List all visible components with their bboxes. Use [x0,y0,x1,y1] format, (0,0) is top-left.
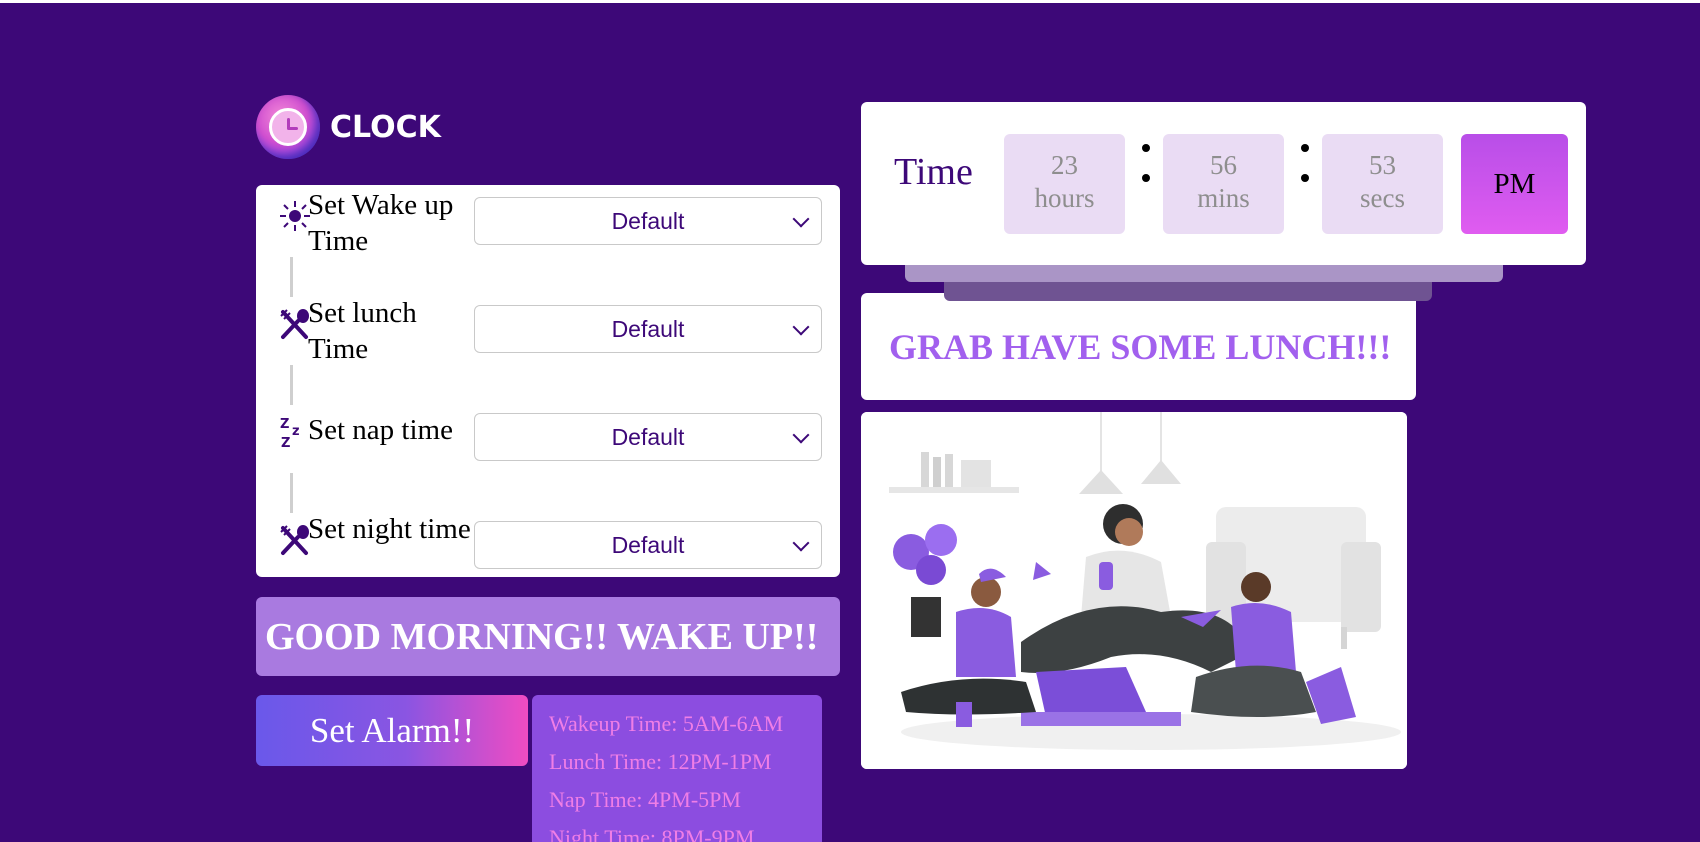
timeline-connector [290,257,293,297]
seconds-box: 53 secs [1322,134,1443,234]
svg-text:Z: Z [281,436,290,449]
nap-setting-row: Z z Z Set nap time Default [278,403,823,463]
night-setting-row: Set night time Default [278,511,823,571]
timeline-connector [290,473,293,513]
nap-select[interactable]: Default [474,413,822,461]
lunch-illustration [861,412,1407,769]
minutes-box: 56 mins [1163,134,1284,234]
fork-spoon-icon [280,309,309,339]
sleep-zzz-icon: Z z Z [280,417,300,449]
meal-message-banner: GRAB HAVE SOME LUNCH!!! [861,293,1416,400]
alarm-settings-panel: Set Wake up Time Default Set lunch Time … [256,185,840,577]
seconds-unit: secs [1360,183,1405,213]
set-alarm-button[interactable]: Set Alarm!! [256,695,528,766]
chevron-down-icon [792,426,810,444]
svg-text:z: z [292,424,300,439]
greeting-banner: GOOD MORNING!! WAKE UP!! [256,597,840,676]
chevron-down-icon [792,534,810,552]
sun-icon [280,201,310,231]
svg-text:Z: Z [280,417,289,432]
minutes-value: 56 [1210,150,1237,180]
hours-value: 23 [1051,150,1078,180]
wake-up-select-value: Default [611,207,685,234]
nap-time-info: Nap Time: 4PM-5PM [549,787,741,812]
fork-spoon-icon [280,525,309,555]
hours-unit: hours [1034,183,1095,213]
am-pm-indicator: PM [1461,134,1568,234]
lunch-select[interactable]: Default [474,305,822,353]
people-eating-lunch-illustration [861,412,1407,769]
lunch-select-value: Default [611,315,685,342]
minutes-unit: mins [1197,183,1250,213]
wake-up-label: Set Wake up Time [308,189,454,257]
app-logo: CLOCK [256,95,441,159]
lunch-time-info: Lunch Time: 12PM-1PM [549,749,772,774]
lunch-setting-row: Set lunch Time Default [278,295,823,365]
wakeup-time-info: Wakeup Time: 5AM-6AM [549,711,784,736]
schedule-info-panel: Wakeup Time: 5AM-6AM Lunch Time: 12PM-1P… [532,695,822,842]
seconds-value: 53 [1369,150,1396,180]
hours-box: 23 hours [1004,134,1125,234]
time-separator [1301,144,1311,204]
nap-select-value: Default [611,423,685,450]
time-separator [1142,144,1152,204]
wake-up-setting-row: Set Wake up Time Default [278,187,823,257]
logo-text: CLOCK [330,109,441,145]
night-time-info: Night Time: 8PM-9PM [549,825,755,842]
lunch-label: Set lunch Time [308,297,417,365]
night-select-value: Default [611,531,685,558]
night-label: Set night time [308,513,471,545]
night-select[interactable]: Default [474,521,822,569]
timeline-connector [290,365,293,405]
clock-logo-icon [256,95,320,159]
chevron-down-icon [792,318,810,336]
time-label: Time [894,151,973,193]
wake-up-select[interactable]: Default [474,197,822,245]
clock-display: Time 23 hours 56 mins 53 secs PM [861,102,1586,265]
chevron-down-icon [792,210,810,228]
